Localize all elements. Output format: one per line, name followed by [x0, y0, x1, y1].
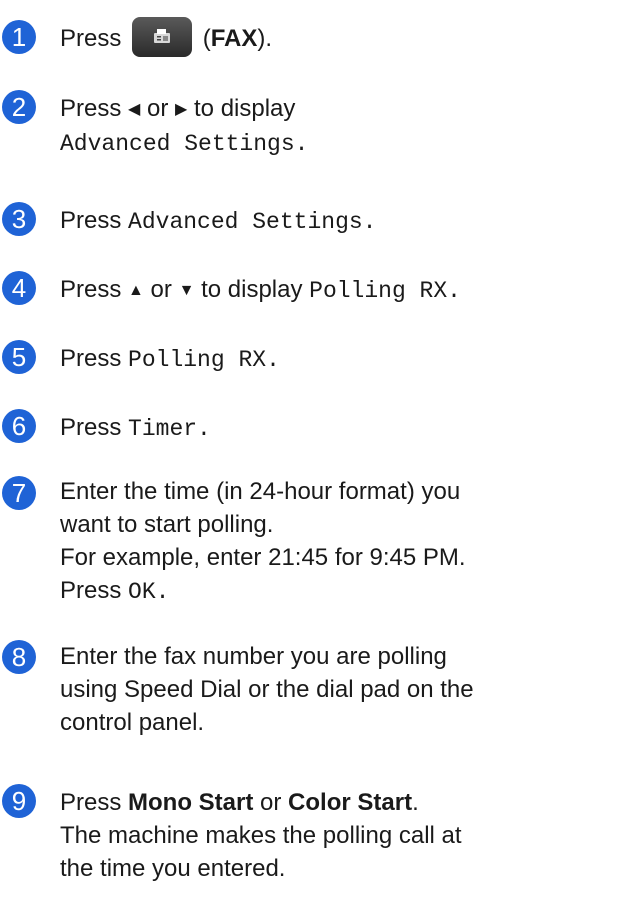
step-text: Press Advanced Settings.	[60, 207, 377, 235]
step-text: Enter the time (in 24-hour format) you w…	[60, 478, 466, 605]
step-number: 5	[2, 340, 36, 374]
step-number: 3	[2, 202, 36, 236]
step-number: 8	[2, 640, 36, 674]
step-number: 7	[2, 476, 36, 510]
fax-button[interactable]	[132, 16, 193, 57]
step-number: 2	[2, 90, 36, 124]
step-text: Press ◀ or ▶ to display Advanced Setting…	[60, 95, 309, 157]
step-number: 6	[2, 409, 36, 443]
down-arrow-icon: ▼	[178, 282, 195, 299]
step-number: 1	[2, 20, 36, 54]
left-arrow-icon: ◀	[128, 101, 141, 118]
step-number: 9	[2, 784, 36, 818]
step-number: 4	[2, 271, 36, 305]
step-text: Press Polling RX.	[60, 345, 280, 373]
up-arrow-icon: ▲	[128, 282, 144, 299]
step-text: Press Mono Start or Color Start. The mac…	[60, 789, 462, 882]
fax-icon	[154, 28, 171, 43]
right-arrow-icon: ▶	[175, 101, 188, 118]
step-text: Enter the fax number you are polling usi…	[60, 643, 474, 736]
step-text: Press ▲ or ▼ to display Polling RX.	[60, 276, 461, 304]
step-text: Press (FAX).	[60, 16, 607, 57]
step-text: Press Timer.	[60, 414, 211, 442]
